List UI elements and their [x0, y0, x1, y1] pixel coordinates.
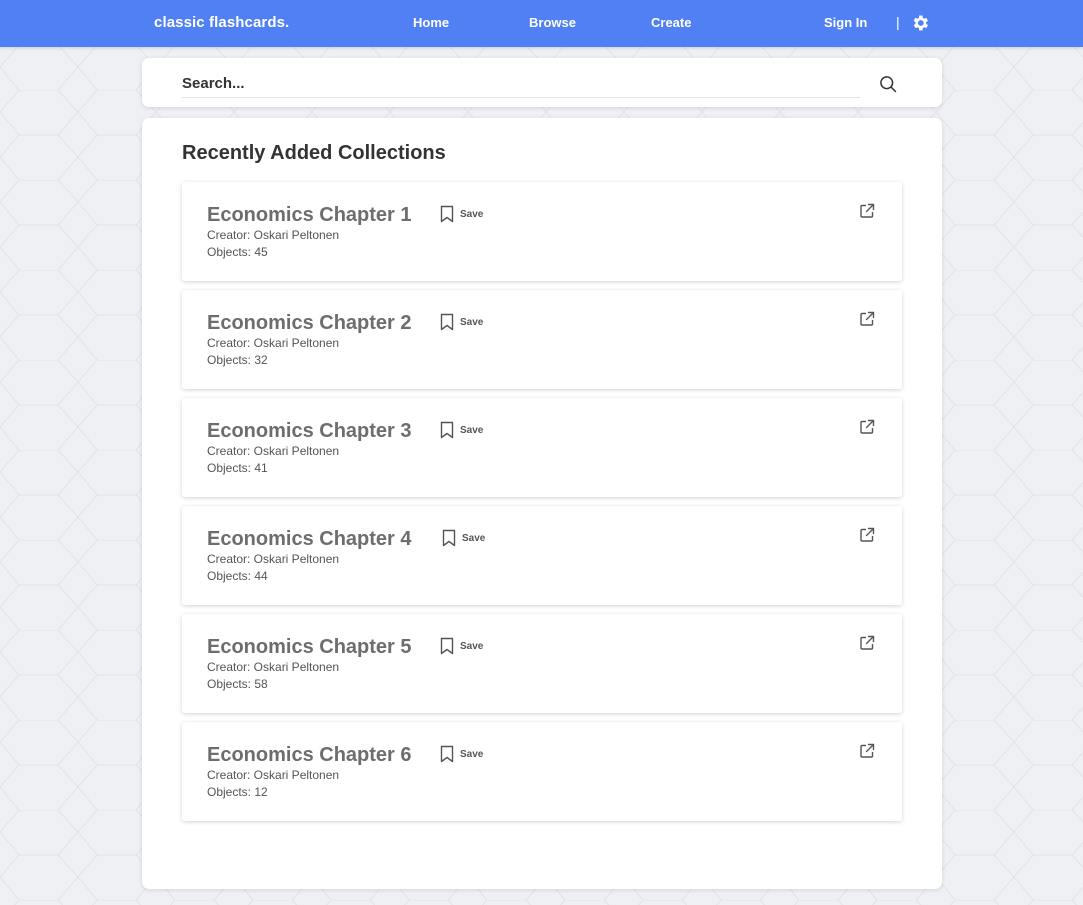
external-link-icon[interactable]	[859, 743, 875, 759]
save-button[interactable]: Save	[440, 205, 483, 223]
search-icon[interactable]	[878, 74, 898, 94]
external-link-icon[interactable]	[859, 635, 875, 651]
collection-title[interactable]: Economics Chapter 2	[207, 312, 412, 335]
nav-separator: |	[896, 14, 900, 30]
save-button[interactable]: Save	[440, 745, 483, 763]
collection-title[interactable]: Economics Chapter 1	[207, 204, 412, 227]
save-button[interactable]: Save	[440, 637, 483, 655]
collection-title[interactable]: Economics Chapter 5	[207, 636, 412, 659]
collection-creator: Creator: Oskari Peltonen	[207, 228, 340, 242]
collection-creator: Creator: Oskari Peltonen	[207, 444, 340, 458]
save-button[interactable]: Save	[442, 529, 485, 547]
collection-objects: Objects: 32	[207, 353, 268, 367]
external-link-icon[interactable]	[859, 203, 875, 219]
nav-home[interactable]: Home	[413, 15, 449, 30]
collection-title[interactable]: Economics Chapter 4	[207, 528, 412, 551]
save-button[interactable]: Save	[440, 313, 483, 331]
bookmark-icon	[440, 313, 454, 331]
bookmark-icon	[440, 745, 454, 763]
brand-logo[interactable]: classic flashcards.	[154, 14, 289, 31]
collection-objects: Objects: 44	[207, 569, 268, 583]
collection-card[interactable]: Economics Chapter 3 Save Creator: Oskari…	[182, 398, 902, 497]
collection-creator: Creator: Oskari Peltonen	[207, 552, 340, 566]
external-link-icon[interactable]	[859, 527, 875, 543]
collection-title[interactable]: Economics Chapter 3	[207, 420, 412, 443]
top-navbar: classic flashcards. Home Browse Create S…	[0, 0, 1083, 47]
collection-card[interactable]: Economics Chapter 6 Save Creator: Oskari…	[182, 722, 902, 821]
collections-panel: Recently Added Collections Economics Cha…	[142, 118, 942, 889]
save-label: Save	[460, 316, 484, 328]
collection-objects: Objects: 41	[207, 461, 268, 475]
collection-title[interactable]: Economics Chapter 6	[207, 744, 412, 767]
nav-create[interactable]: Create	[651, 15, 691, 30]
bookmark-icon	[442, 529, 456, 547]
gear-icon[interactable]	[910, 13, 930, 33]
search-bar	[142, 58, 942, 107]
collection-creator: Creator: Oskari Peltonen	[207, 336, 340, 350]
bookmark-icon	[440, 205, 454, 223]
collection-creator: Creator: Oskari Peltonen	[207, 660, 340, 674]
collection-card[interactable]: Economics Chapter 2 Save Creator: Oskari…	[182, 290, 902, 389]
nav-browse[interactable]: Browse	[529, 15, 576, 30]
save-label: Save	[460, 748, 484, 760]
save-label: Save	[460, 208, 484, 220]
external-link-icon[interactable]	[859, 419, 875, 435]
save-label: Save	[460, 424, 484, 436]
save-label: Save	[462, 532, 486, 544]
collection-objects: Objects: 12	[207, 785, 268, 799]
search-input[interactable]	[182, 70, 860, 98]
bookmark-icon	[440, 421, 454, 439]
collection-card[interactable]: Economics Chapter 1 Save Creator: Oskari…	[182, 182, 902, 281]
collection-card[interactable]: Economics Chapter 4 Save Creator: Oskari…	[182, 506, 902, 605]
collection-objects: Objects: 45	[207, 245, 268, 259]
collection-creator: Creator: Oskari Peltonen	[207, 768, 340, 782]
collection-objects: Objects: 58	[207, 677, 268, 691]
nav-sign-in[interactable]: Sign In	[824, 15, 867, 30]
bookmark-icon	[440, 637, 454, 655]
collection-card[interactable]: Economics Chapter 5 Save Creator: Oskari…	[182, 614, 902, 713]
save-label: Save	[460, 640, 484, 652]
save-button[interactable]: Save	[440, 421, 483, 439]
external-link-icon[interactable]	[859, 311, 875, 327]
section-title: Recently Added Collections	[182, 142, 446, 164]
